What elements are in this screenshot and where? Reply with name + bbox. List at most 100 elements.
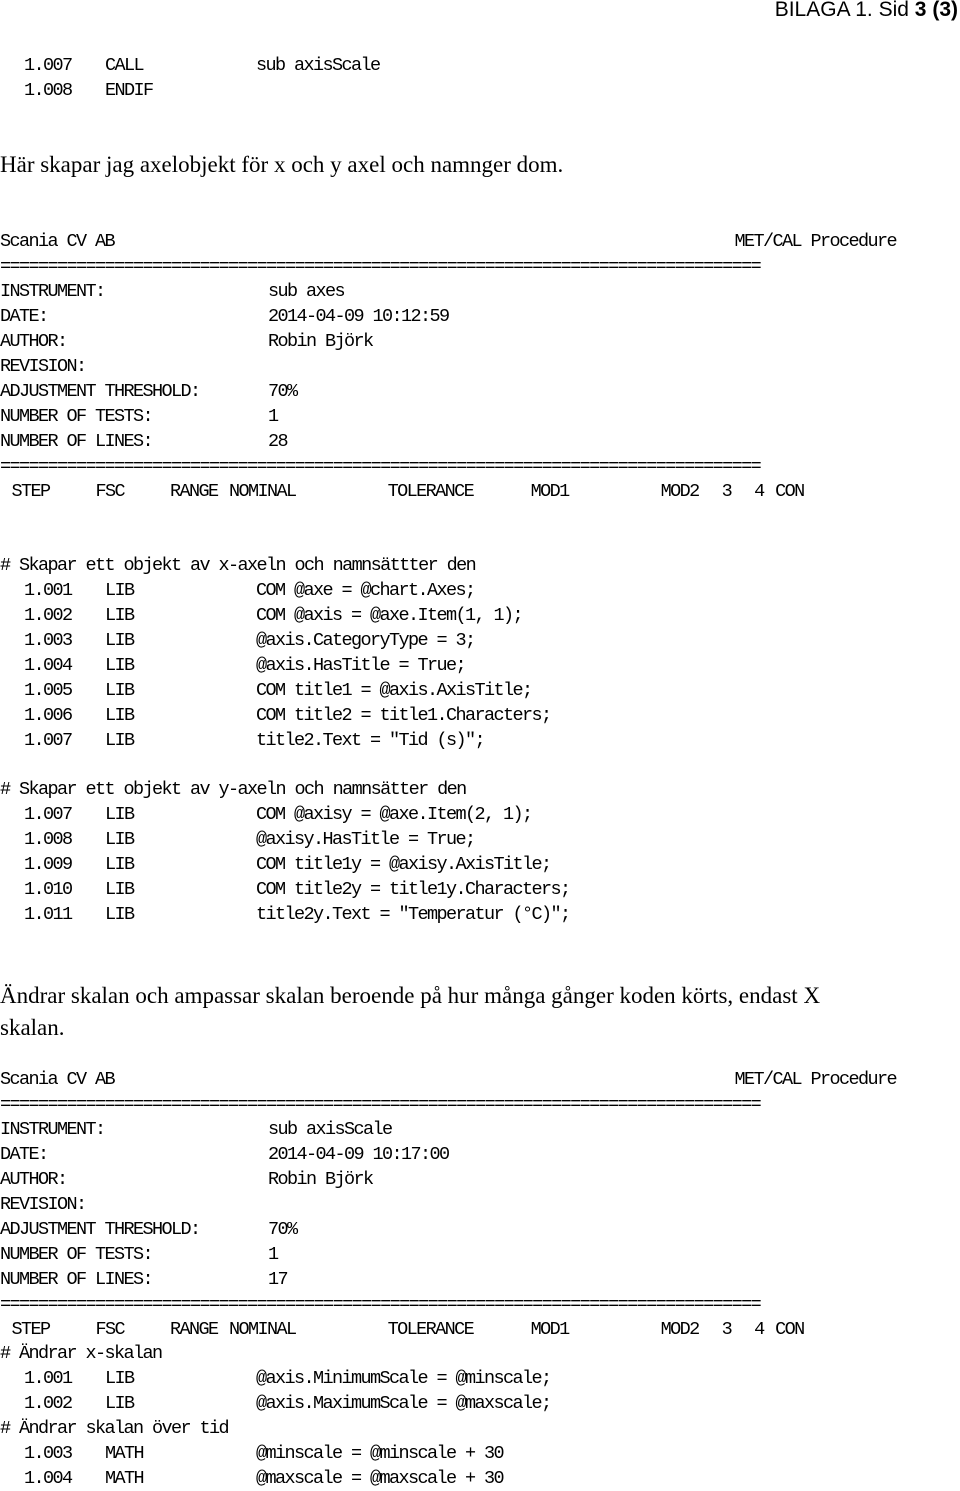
field-value-date: 2014-04-09 10:12:59: [268, 306, 450, 327]
step-number: 1.004: [24, 1468, 73, 1489]
field-label-revision: REVISION:: [0, 356, 87, 377]
field-label-instrument: INSTRUMENT:: [0, 281, 106, 302]
code-statement: COM title2y = title1y.Characters;: [256, 879, 571, 900]
comment-line: # Ändrar x-skalan: [0, 1343, 163, 1364]
field-label-lines: NUMBER OF LINES:: [0, 431, 154, 452]
step-number: 1.007: [24, 730, 73, 751]
step-number: 1.010: [24, 879, 73, 900]
step-number: 1.005: [24, 680, 73, 701]
field-value-author: Robin Björk: [268, 331, 374, 352]
procedure-type: MET/CAL Procedure: [734, 231, 897, 252]
field-label-date: DATE:: [0, 306, 49, 327]
field-label-threshold: ADJUSTMENT THRESHOLD:: [0, 1219, 201, 1240]
company-name: Scania CV AB: [0, 1069, 116, 1090]
page-header: BILAGA 1. Sid 3 (3): [775, 0, 958, 22]
comment-line: # Skapar ett objekt av x-axeln och namns…: [0, 555, 477, 576]
code-statement: @axis.MaximumScale = @maxscale;: [256, 1393, 552, 1414]
field-value-author: Robin Björk: [268, 1169, 374, 1190]
field-label-tests: NUMBER OF TESTS:: [0, 1244, 154, 1265]
code-statement: COM @axe = @chart.Axes;: [256, 580, 476, 601]
company-name: Scania CV AB: [0, 231, 116, 252]
step-number: 1.002: [24, 1393, 73, 1414]
field-value-lines: 28: [268, 431, 289, 452]
page-number: 3: [914, 0, 927, 21]
fsc-keyword: LIB: [105, 705, 135, 726]
fsc-keyword: LIB: [105, 680, 135, 701]
step-number: 1.003: [24, 630, 73, 651]
fsc-keyword: CALL: [105, 55, 145, 76]
field-value-threshold: 70%: [268, 381, 298, 402]
comment-line: # Skapar ett objekt av y-axeln och namns…: [0, 779, 467, 800]
step-number: 1.006: [24, 705, 73, 726]
code-statement: @axis.HasTitle = True;: [256, 655, 467, 676]
divider-rule: ========================================…: [0, 1094, 762, 1115]
field-value-lines: 17: [268, 1269, 289, 1290]
code-statement: @minscale = @minscale + 30: [256, 1443, 505, 1464]
fsc-keyword: LIB: [105, 879, 135, 900]
field-value-date: 2014-04-09 10:17:00: [268, 1144, 450, 1165]
step-number: 1.011: [24, 904, 73, 925]
fsc-keyword: LIB: [105, 605, 135, 626]
code-statement: COM title1y = @axisy.AxisTitle;: [256, 854, 552, 875]
step-number: 1.009: [24, 854, 73, 875]
field-value-tests: 1: [268, 406, 279, 427]
paragraph-axis-objects: Här skapar jag axelobjekt för x och y ax…: [0, 152, 564, 177]
step-number: 1.002: [24, 605, 73, 626]
code-statement: COM @axis = @axe.Item(1, 1);: [256, 605, 524, 626]
field-value-threshold: 70%: [268, 1219, 298, 1240]
fsc-keyword: LIB: [105, 904, 135, 925]
field-label-revision: REVISION:: [0, 1194, 87, 1215]
code-statement: COM title2 = title1.Characters;: [256, 705, 552, 726]
field-label-date: DATE:: [0, 1144, 49, 1165]
step-number: 1.007: [24, 55, 73, 76]
step-number: 1.001: [24, 1368, 73, 1389]
code-statement: @maxscale = @maxscale + 30: [256, 1468, 505, 1489]
field-label-author: AUTHOR:: [0, 331, 68, 352]
fsc-keyword: LIB: [105, 580, 135, 601]
code-statement: title2y.Text = "Temperatur (°C)";: [256, 904, 571, 925]
page-header-prefix: BILAGA 1. Sid: [774, 0, 915, 21]
fsc-keyword: LIB: [105, 1393, 135, 1414]
step-number: 1.001: [24, 580, 73, 601]
field-label-threshold: ADJUSTMENT THRESHOLD:: [0, 381, 201, 402]
fsc-keyword: MATH: [105, 1468, 145, 1489]
field-value-instrument: sub axes: [268, 281, 346, 302]
code-statement: COM @axisy = @axe.Item(2, 1);: [256, 804, 533, 825]
code-statement: sub axisScale: [256, 55, 381, 76]
field-label-author: AUTHOR:: [0, 1169, 68, 1190]
code-statement: @axis.MinimumScale = @minscale;: [256, 1368, 552, 1389]
procedure-type: MET/CAL Procedure: [734, 1069, 897, 1090]
fsc-keyword: ENDIF: [105, 80, 154, 101]
code-statement: @axis.CategoryType = 3;: [256, 630, 476, 651]
step-number: 1.004: [24, 655, 73, 676]
fsc-keyword: LIB: [105, 630, 135, 651]
field-label-tests: NUMBER OF TESTS:: [0, 406, 154, 427]
fsc-keyword: LIB: [105, 854, 135, 875]
step-number: 1.003: [24, 1443, 73, 1464]
divider-rule: ========================================…: [0, 456, 762, 477]
divider-rule: ========================================…: [0, 1294, 762, 1315]
column-headers: STEP FSC RANGE NOMINAL TOLERANCE MOD1 MO…: [0, 481, 806, 502]
column-headers: STEP FSC RANGE NOMINAL TOLERANCE MOD1 MO…: [0, 1319, 806, 1340]
code-statement: @axisy.HasTitle = True;: [256, 829, 476, 850]
fsc-keyword: LIB: [105, 1368, 135, 1389]
field-label-instrument: INSTRUMENT:: [0, 1119, 106, 1140]
divider-rule: ========================================…: [0, 256, 762, 277]
fsc-keyword: MATH: [105, 1443, 145, 1464]
paragraph-scale-line-1: Ändrar skalan och ampassar skalan beroen…: [0, 983, 821, 1008]
page-total: (3): [932, 0, 958, 21]
field-label-lines: NUMBER OF LINES:: [0, 1269, 154, 1290]
paragraph-scale-line-2: skalan.: [0, 1015, 65, 1040]
fsc-keyword: LIB: [105, 829, 135, 850]
code-statement: COM title1 = @axis.AxisTitle;: [256, 680, 533, 701]
fsc-keyword: LIB: [105, 730, 135, 751]
field-value-tests: 1: [268, 1244, 279, 1265]
step-number: 1.008: [24, 80, 73, 101]
comment-line: # Ändrar skalan över tid: [0, 1418, 230, 1439]
field-value-instrument: sub axisScale: [268, 1119, 393, 1140]
step-number: 1.008: [24, 829, 73, 850]
fsc-keyword: LIB: [105, 804, 135, 825]
step-number: 1.007: [24, 804, 73, 825]
code-statement: title2.Text = "Tid (s)";: [256, 730, 486, 751]
fsc-keyword: LIB: [105, 655, 135, 676]
